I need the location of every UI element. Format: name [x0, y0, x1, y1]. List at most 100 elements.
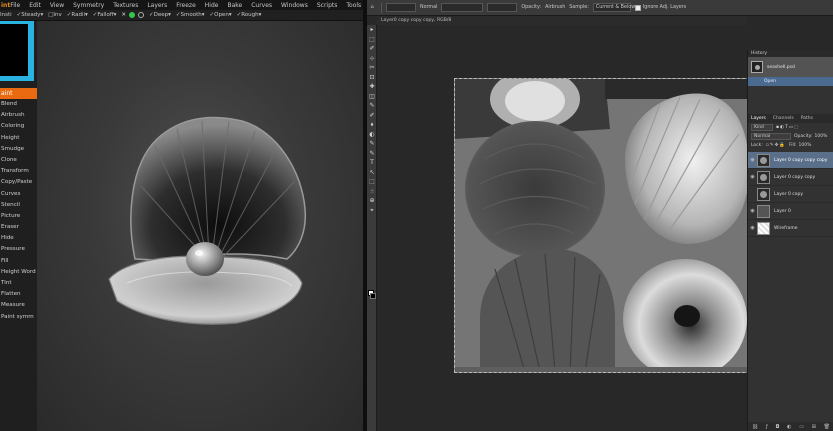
- brush-item[interactable]: Measure: [0, 300, 37, 311]
- brush-item[interactable]: Stencil: [0, 200, 37, 211]
- document-canvas[interactable]: [377, 25, 747, 431]
- menu-freeze[interactable]: Freeze: [176, 2, 196, 9]
- menu-windows[interactable]: Windows: [281, 2, 308, 9]
- brush-item[interactable]: Height Word: [0, 267, 37, 278]
- menu-curves[interactable]: Curves: [251, 2, 272, 9]
- sculpt-viewport[interactable]: [37, 21, 363, 431]
- toolbar-falloff[interactable]: ✓ Falloff ▾: [93, 12, 117, 18]
- brush-item[interactable]: Pressure: [0, 244, 37, 255]
- layer-row[interactable]: ◉ Wireframe: [748, 220, 833, 237]
- move-tool-icon[interactable]: ▸: [367, 25, 377, 35]
- background-color-swatch[interactable]: [370, 293, 376, 299]
- brush-item[interactable]: Curves: [0, 189, 37, 200]
- opacity-value[interactable]: 100%: [815, 134, 828, 139]
- lasso-tool-icon[interactable]: ✐: [367, 44, 377, 54]
- brush-item[interactable]: Airbrush: [0, 110, 37, 121]
- path-select-tool-icon[interactable]: ⬚: [367, 177, 377, 187]
- visibility-eye-icon[interactable]: ◉: [748, 225, 757, 231]
- fill-value[interactable]: 100%: [799, 143, 812, 148]
- stamp-tool-icon[interactable]: ✎: [367, 101, 377, 111]
- menu-view[interactable]: View: [50, 2, 64, 9]
- brush-item[interactable]: Tint: [0, 278, 37, 289]
- brush-item[interactable]: Blend: [0, 99, 37, 110]
- gradient-tool-icon[interactable]: ◐: [367, 130, 377, 140]
- ignore-adjustments-checkbox[interactable]: [634, 4, 641, 11]
- shape-tool-icon[interactable]: ☝: [367, 187, 377, 197]
- menu-file[interactable]: File: [10, 2, 20, 9]
- menu-scripts[interactable]: Scripts: [317, 2, 338, 9]
- fx-icon[interactable]: ƒ: [766, 424, 768, 430]
- layer-row[interactable]: ◉ Layer 0 copy copy copy: [748, 152, 833, 169]
- brush-item[interactable]: Picture: [0, 211, 37, 222]
- marquee-tool-icon[interactable]: ⬚: [367, 35, 377, 45]
- tab-layers[interactable]: Layers: [751, 114, 766, 123]
- adjustment-icon[interactable]: ◐: [787, 424, 791, 430]
- crop-tool-icon[interactable]: ✂: [367, 63, 377, 73]
- dodge-tool-icon[interactable]: ✎: [367, 149, 377, 159]
- quick-select-tool-icon[interactable]: ⊹: [367, 54, 377, 64]
- brush-item[interactable]: Clone: [0, 155, 37, 166]
- healing-tool-icon[interactable]: ✚: [367, 82, 377, 92]
- new-layer-icon[interactable]: ⊞: [812, 424, 816, 430]
- menu-bake[interactable]: Bake: [227, 2, 242, 9]
- brush-item[interactable]: Hide: [0, 233, 37, 244]
- zoom-tool-icon[interactable]: ⌖: [367, 206, 377, 216]
- eyedropper-tool-icon[interactable]: ⊡: [367, 73, 377, 83]
- menu-tools[interactable]: Tools: [346, 2, 361, 9]
- tab-channels[interactable]: Channels: [773, 114, 794, 123]
- menu-symmetry[interactable]: Symmetry: [73, 2, 104, 9]
- toolbar-inv[interactable]: □ Inv: [48, 12, 62, 18]
- brush-item[interactable]: Flatten: [0, 289, 37, 300]
- brush-item[interactable]: Transform: [0, 166, 37, 177]
- toolbar-smooth[interactable]: ✓ Smooth ▾: [176, 12, 205, 18]
- hardness-field[interactable]: [487, 3, 518, 12]
- menu-edit[interactable]: Edit: [29, 2, 41, 9]
- toolbar-rough[interactable]: ✓ Rough ▾: [237, 12, 262, 18]
- toolbar-radii[interactable]: ✓ Radii ▾: [67, 12, 88, 18]
- toolbar-open[interactable]: ✓ Open ▾: [210, 12, 232, 18]
- menu-layers[interactable]: Layers: [147, 2, 167, 9]
- toolbar-insti[interactable]: Insti: [0, 12, 12, 18]
- brush-item[interactable]: Paint symm: [0, 312, 37, 323]
- home-icon[interactable]: ⌂: [367, 5, 377, 10]
- color-dot-icon[interactable]: [129, 12, 136, 18]
- history-panel-title[interactable]: History: [748, 50, 833, 57]
- brush-item[interactable]: Eraser: [0, 222, 37, 233]
- brush-size-field[interactable]: [441, 3, 484, 12]
- link-icon[interactable]: ⛓: [752, 424, 758, 430]
- brush-preview-thumbnail[interactable]: [0, 21, 34, 81]
- brush-item[interactable]: Copy/Paste: [0, 177, 37, 188]
- group-icon[interactable]: ▭: [799, 424, 804, 430]
- brush-tool-icon[interactable]: ◫: [367, 92, 377, 102]
- menu-textures[interactable]: Textures: [113, 2, 138, 9]
- brush-item[interactable]: Smudge: [0, 144, 37, 155]
- toolbar-steady[interactable]: ✓ Steady ▾: [17, 12, 44, 18]
- sample-select[interactable]: Current & Below: [592, 3, 635, 12]
- hand-tool-icon[interactable]: ⊕: [367, 196, 377, 206]
- toolbar-deep[interactable]: ✓ Deep ▾: [149, 12, 171, 18]
- tab-paths[interactable]: Paths: [801, 114, 813, 123]
- blend-mode-select[interactable]: Normal: [751, 133, 791, 140]
- visibility-eye-icon[interactable]: ◉: [748, 208, 757, 214]
- circle-icon[interactable]: [138, 12, 145, 18]
- pen-tool-icon[interactable]: T: [367, 158, 377, 168]
- visibility-eye-icon[interactable]: ◉: [748, 157, 757, 163]
- layer-row[interactable]: ◉ Layer 0: [748, 203, 833, 220]
- layer-kind-filter[interactable]: Kind: [751, 124, 773, 131]
- mask-icon[interactable]: ◘: [775, 424, 779, 430]
- trash-icon[interactable]: 🗑: [824, 424, 830, 430]
- brush-item[interactable]: Fill: [0, 256, 37, 267]
- brush-preset-picker[interactable]: [386, 3, 416, 12]
- active-brush-item[interactable]: aint: [0, 88, 37, 99]
- layer-row[interactable]: Layer 0 copy: [748, 186, 833, 203]
- history-snapshot[interactable]: seashell.psd: [748, 57, 833, 77]
- type-tool-icon[interactable]: ↖: [367, 168, 377, 178]
- brush-item[interactable]: Height: [0, 133, 37, 144]
- brush-item[interactable]: Coloring: [0, 121, 37, 132]
- close-icon[interactable]: ✕: [121, 12, 126, 18]
- visibility-eye-icon[interactable]: ◉: [748, 174, 757, 180]
- blur-tool-icon[interactable]: ✎: [367, 139, 377, 149]
- menu-hide[interactable]: Hide: [205, 2, 219, 9]
- eraser-tool-icon[interactable]: ⬧: [367, 120, 377, 130]
- filter-icons[interactable]: ▪◐T▭⬚: [776, 125, 799, 130]
